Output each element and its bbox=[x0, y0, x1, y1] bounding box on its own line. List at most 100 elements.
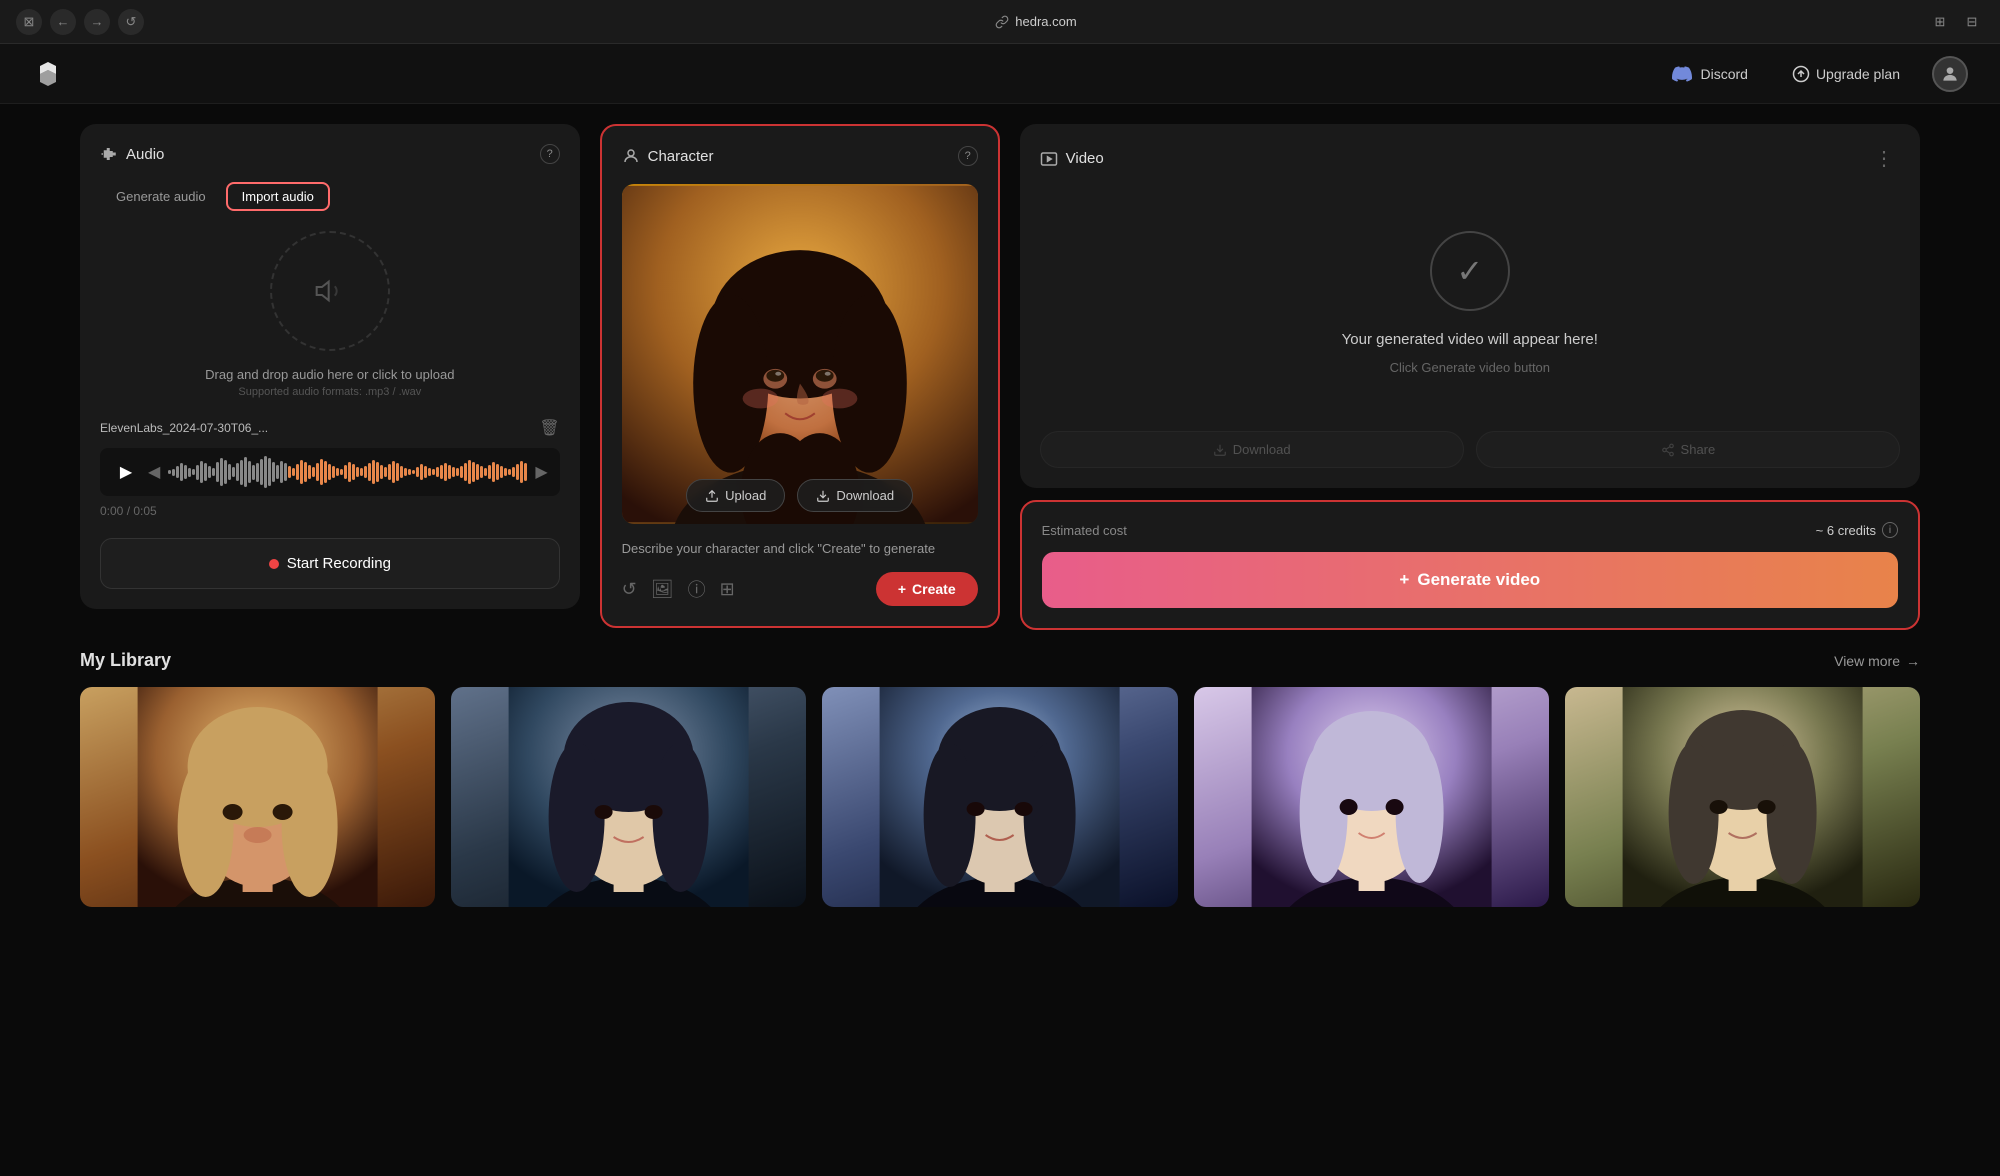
audio-panel: Audio ? Generate audio Import audio Drag… bbox=[80, 124, 580, 609]
panels-row: Audio ? Generate audio Import audio Drag… bbox=[80, 124, 1920, 630]
delete-audio-btn[interactable]: 🗑 bbox=[539, 418, 559, 438]
character-panel-title: Character bbox=[622, 147, 714, 165]
audio-help-btn[interactable]: ? bbox=[540, 144, 560, 164]
library-item[interactable] bbox=[451, 687, 806, 907]
character-button-row: Upload Download bbox=[622, 479, 978, 512]
image-btn[interactable]: 🖼 bbox=[651, 579, 674, 600]
info-btn[interactable]: ⓘ bbox=[688, 576, 706, 602]
character-describe-text: Describe your character and click "Creat… bbox=[622, 540, 978, 558]
estimated-cost-row: Estimated cost ~ 6 credits i bbox=[1042, 522, 1898, 538]
create-plus-icon: + bbox=[898, 581, 906, 597]
share-icon bbox=[1661, 443, 1675, 457]
browser-actions: ⊞ ⊟ bbox=[1928, 10, 1984, 34]
waveform bbox=[168, 456, 527, 488]
audio-panel-title: Audio bbox=[100, 145, 164, 163]
character-help-btn[interactable]: ? bbox=[958, 146, 978, 166]
hedra-logo-icon bbox=[32, 58, 64, 90]
cost-value-text: ~ 6 credits bbox=[1816, 523, 1876, 538]
link-icon bbox=[995, 15, 1009, 29]
discord-button[interactable]: Discord bbox=[1660, 58, 1759, 90]
library-portrait-2 bbox=[451, 687, 806, 907]
character-download-btn[interactable]: Download bbox=[797, 479, 913, 512]
library-item[interactable] bbox=[80, 687, 435, 907]
library-item[interactable] bbox=[822, 687, 1177, 907]
url-text: hedra.com bbox=[1015, 14, 1076, 29]
waveform-player: ▶ ◀ ▶ bbox=[100, 448, 560, 496]
upload-drag-text: Drag and drop audio here or click to upl… bbox=[100, 367, 560, 382]
nav-reload-btn[interactable]: ↺ bbox=[118, 9, 144, 35]
avatar-button[interactable] bbox=[1932, 56, 1968, 92]
header-actions: Discord Upgrade plan bbox=[1660, 56, 1968, 92]
speaker-icon bbox=[314, 275, 346, 307]
character-icon bbox=[622, 147, 640, 165]
library-header: My Library View more → bbox=[80, 650, 1920, 671]
main-content: Audio ? Generate audio Import audio Drag… bbox=[0, 104, 2000, 650]
sliders-btn[interactable]: ⊞ bbox=[720, 579, 735, 600]
portrait-svg bbox=[622, 184, 978, 524]
audio-file-row: ElevenLabs_2024-07-30T06_... 🗑 bbox=[100, 418, 560, 438]
waveform-prev-btn[interactable]: ◀ bbox=[148, 462, 160, 482]
upgrade-button[interactable]: Upgrade plan bbox=[1780, 59, 1912, 89]
cost-info-icon[interactable]: i bbox=[1882, 522, 1898, 538]
library-item[interactable] bbox=[1194, 687, 1549, 907]
waveform-next-btn[interactable]: ▶ bbox=[535, 462, 547, 482]
library-portrait-4 bbox=[1194, 687, 1549, 907]
audio-upload-area[interactable] bbox=[270, 231, 390, 351]
download-btn-label: Download bbox=[836, 488, 894, 503]
library-item[interactable] bbox=[1565, 687, 1920, 907]
upgrade-icon bbox=[1792, 65, 1810, 83]
generate-btn-label: Generate video bbox=[1417, 570, 1540, 590]
upload-btn-label: Upload bbox=[725, 488, 766, 503]
character-describe-row: Describe your character and click "Creat… bbox=[622, 540, 978, 558]
nav-forward-btn[interactable]: → bbox=[84, 9, 110, 35]
video-share-btn[interactable]: Share bbox=[1476, 431, 1900, 468]
audio-time: 0:00 / 0:05 bbox=[100, 504, 560, 518]
video-more-btn[interactable]: ⋮ bbox=[1868, 144, 1900, 173]
create-character-btn[interactable]: + Create bbox=[876, 572, 978, 606]
url-bar[interactable]: hedra.com bbox=[156, 14, 1916, 29]
logo bbox=[32, 58, 64, 90]
video-top-panel: Video ⋮ ✓ Your generated video will appe… bbox=[1020, 124, 1920, 488]
user-avatar-icon bbox=[1940, 64, 1960, 84]
video-share-label: Share bbox=[1681, 442, 1716, 457]
library-section: My Library View more → bbox=[0, 650, 2000, 907]
library-title: My Library bbox=[80, 650, 171, 671]
upload-supported-text: Supported audio formats: .mp3 / .wav bbox=[100, 386, 560, 398]
video-placeholder-title: Your generated video will appear here! bbox=[1342, 331, 1598, 348]
estimated-cost-label: Estimated cost bbox=[1042, 523, 1127, 538]
library-portrait-1 bbox=[80, 687, 435, 907]
video-action-row: Download Share bbox=[1040, 431, 1900, 468]
play-btn[interactable]: ▶ bbox=[112, 458, 140, 486]
character-portrait bbox=[622, 184, 978, 524]
nav-back-btn[interactable]: ← bbox=[50, 9, 76, 35]
video-wrapper: Video ⋮ ✓ Your generated video will appe… bbox=[1020, 124, 1920, 630]
discord-label: Discord bbox=[1700, 66, 1747, 82]
extensions-btn[interactable]: ⊞ bbox=[1928, 10, 1952, 34]
video-download-btn[interactable]: Download bbox=[1040, 431, 1464, 468]
character-panel-header: Character ? bbox=[622, 146, 978, 166]
upload-icon bbox=[705, 489, 719, 503]
refresh-btn[interactable]: ↺ bbox=[622, 579, 637, 600]
upgrade-label: Upgrade plan bbox=[1816, 66, 1900, 82]
audio-filename: ElevenLabs_2024-07-30T06_... bbox=[100, 421, 268, 435]
library-grid bbox=[80, 687, 1920, 907]
audio-title-text: Audio bbox=[126, 146, 164, 163]
window-close-btn[interactable]: ⊠ bbox=[16, 9, 42, 35]
video-download-label: Download bbox=[1233, 442, 1291, 457]
character-upload-btn[interactable]: Upload bbox=[686, 479, 785, 512]
check-circle-icon: ✓ bbox=[1430, 231, 1510, 311]
tabs-btn[interactable]: ⊟ bbox=[1960, 10, 1984, 34]
discord-icon bbox=[1672, 64, 1692, 84]
start-recording-btn[interactable]: Start Recording bbox=[100, 538, 560, 589]
video-bottom-panel: Estimated cost ~ 6 credits i + Generate … bbox=[1020, 500, 1920, 630]
browser-controls: ⊠ ← → ↺ bbox=[16, 9, 144, 35]
video-panel-header: Video ⋮ bbox=[1040, 144, 1900, 173]
view-more-btn[interactable]: View more → bbox=[1834, 653, 1920, 669]
view-more-label: View more bbox=[1834, 653, 1900, 669]
generate-video-btn[interactable]: + Generate video bbox=[1042, 552, 1898, 608]
generate-plus-icon: + bbox=[1399, 570, 1409, 590]
character-image-container: Upload Download bbox=[622, 184, 978, 524]
generate-audio-tab[interactable]: Generate audio bbox=[100, 182, 222, 211]
import-audio-tab[interactable]: Import audio bbox=[226, 182, 330, 211]
record-dot-icon bbox=[269, 559, 279, 569]
